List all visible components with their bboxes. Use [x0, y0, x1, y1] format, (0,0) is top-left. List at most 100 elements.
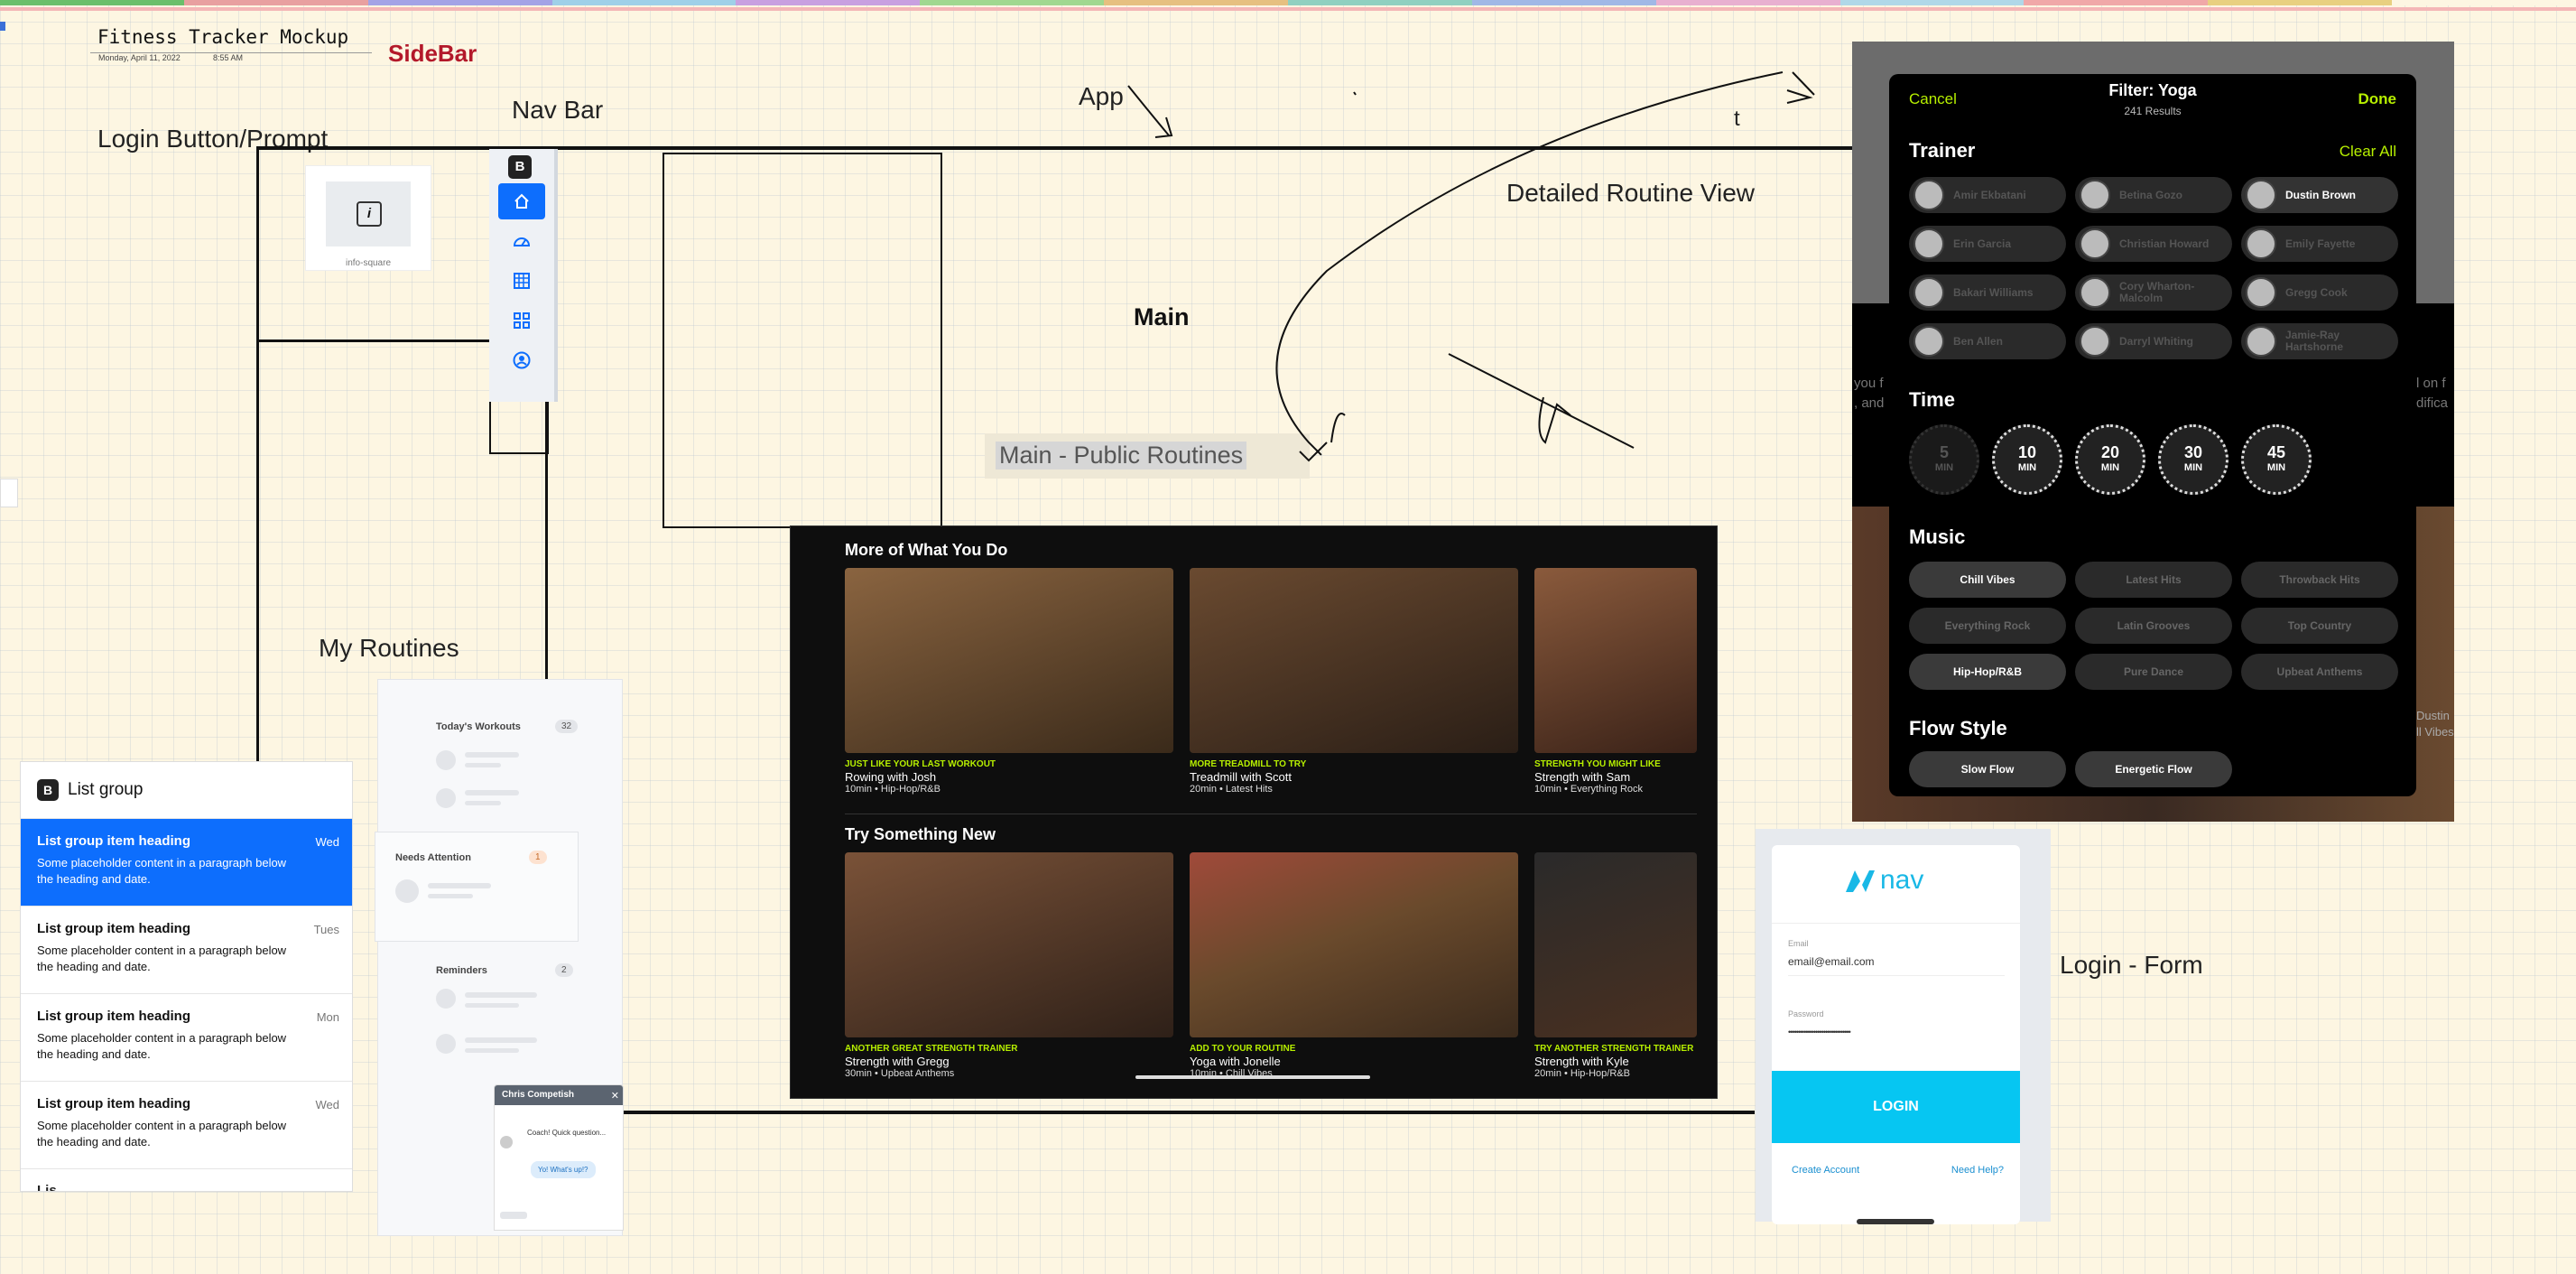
trainer-chip[interactable]: Betina Gozo [2075, 177, 2232, 213]
todays-workouts-heading: Today's Workouts [436, 721, 521, 732]
time-unit: MIN [2266, 462, 2286, 473]
need-help-link[interactable]: Need Help? [1951, 1165, 2004, 1176]
music-chip[interactable]: Upbeat Anthems [2241, 654, 2398, 690]
trainer-name: Dustin Brown [2285, 188, 2356, 201]
pen-doodles [1127, 71, 1815, 462]
trainer-chip[interactable]: Amir Ekbatani [1909, 177, 2066, 213]
workout-tile[interactable] [1190, 852, 1518, 1037]
trainer-chip[interactable]: Gregg Cook [2241, 274, 2398, 311]
trainer-name: Christian Howard [2119, 237, 2210, 250]
sidebar-products[interactable] [498, 302, 545, 339]
tile-tag: STRENGTH YOU MIGHT LIKE [1534, 759, 1661, 769]
board-tab-strip[interactable] [0, 0, 2576, 5]
home-icon [514, 193, 529, 209]
reminders-heading: Reminders [436, 965, 487, 976]
music-chip[interactable]: Chill Vibes [1909, 562, 2066, 598]
bootstrap-logo[interactable]: B [508, 155, 532, 179]
tile-tag: ANOTHER GREAT STRENGTH TRAINER [845, 1044, 1018, 1054]
music-chip[interactable]: Latest Hits [2075, 562, 2232, 598]
login-button[interactable]: LOGIN [1772, 1071, 2020, 1143]
divider [1772, 923, 2020, 924]
list-item[interactable]: List group item heading Some placeholder … [21, 819, 352, 907]
trainer-chip[interactable]: Emily Fayette [2241, 226, 2398, 262]
trainer-chip[interactable]: Dustin Brown [2241, 177, 2398, 213]
trainer-avatar [1913, 180, 1944, 210]
login-info-box[interactable]: i info-square [305, 165, 431, 271]
trainer-name: Erin Garcia [1953, 237, 2012, 250]
flow-chip[interactable]: Slow Flow [1909, 751, 2066, 787]
music-chip[interactable]: Everything Rock [1909, 608, 2066, 644]
trainer-avatar [1913, 228, 1944, 259]
sidebar-dashboard[interactable] [498, 223, 545, 259]
needs-attention-heading: Needs Attention [395, 852, 471, 863]
sidebar-orders[interactable] [498, 263, 545, 299]
list-item-partial: Lis [37, 1183, 57, 1192]
avatar [436, 750, 456, 770]
trainer-chip[interactable]: Cory Wharton-Malcolm [2075, 274, 2232, 311]
trainer-chip[interactable]: Darryl Whiting [2075, 323, 2232, 359]
music-chip[interactable]: Throwback Hits [2241, 562, 2398, 598]
music-chip[interactable]: Latin Grooves [2075, 608, 2232, 644]
tile-title: Yoga with Jonelle [1190, 1055, 1281, 1068]
email-field[interactable] [1788, 953, 2005, 976]
trainer-name: Emily Fayette [2285, 237, 2356, 250]
mockup-title: Fitness Tracker Mockup [97, 26, 349, 48]
time-option[interactable]: 20 MIN [2075, 424, 2145, 495]
speedometer-icon [513, 237, 531, 246]
music-chip[interactable]: Top Country [2241, 608, 2398, 644]
list-item[interactable]: List group item heading Some placeholder … [21, 907, 352, 994]
tile-title: Treadmill with Scott [1190, 770, 1292, 784]
list-item-date: Mon [316, 1010, 339, 1024]
board-top-border [0, 7, 2576, 11]
trainer-heading: Trainer [1909, 139, 1976, 162]
trainer-name: Amir Ekbatani [1953, 188, 2026, 201]
sidebar-profile[interactable] [498, 342, 545, 378]
person-circle-icon [513, 351, 531, 369]
trainer-avatar [1913, 326, 1944, 357]
tile-title: Strength with Gregg [845, 1055, 950, 1068]
workout-tile[interactable] [1534, 568, 1697, 753]
flow-chip[interactable]: Energetic Flow [2075, 751, 2232, 787]
time-option[interactable]: 10 MIN [1992, 424, 2062, 495]
trainer-chip[interactable]: Christian Howard [2075, 226, 2232, 262]
time-option[interactable]: 5 MIN [1909, 424, 1979, 495]
section-title: Try Something New [845, 825, 996, 843]
trainer-chip[interactable]: Bakari Williams [1909, 274, 2066, 311]
music-chip[interactable]: Hip-Hop/R&B [1909, 654, 2066, 690]
bleed-text-left: you f , and [1854, 376, 1885, 411]
close-icon[interactable]: ✕ [611, 1090, 619, 1102]
list-item[interactable]: List group item heading Some placeholder … [21, 994, 352, 1082]
list-item[interactable]: List group item heading Some placeholder … [21, 1082, 352, 1169]
workout-tile[interactable] [845, 568, 1173, 753]
chat-window[interactable]: Chris Competish ✕ Coach! Quick question.… [494, 1084, 624, 1231]
home-indicator [1135, 1075, 1370, 1079]
time-option[interactable]: 45 MIN [2241, 424, 2312, 495]
trainer-avatar [2246, 228, 2276, 259]
trainer-chip[interactable]: Ben Allen [1909, 323, 2066, 359]
sidebar-home[interactable] [498, 183, 545, 219]
time-option[interactable]: 30 MIN [2158, 424, 2229, 495]
left-handle[interactable] [0, 479, 18, 507]
skeleton-line [428, 883, 491, 888]
music-chip[interactable]: Pure Dance [2075, 654, 2232, 690]
list-item-text: Some placeholder content in a paragraph … [37, 1031, 287, 1061]
create-account-link[interactable]: Create Account [1792, 1165, 1859, 1176]
skeleton-line [465, 763, 501, 767]
time-unit: MIN [2017, 462, 2037, 473]
workout-tile[interactable] [1190, 568, 1518, 753]
trainer-chip[interactable]: Jamie-Ray Hartshorne [2241, 323, 2398, 359]
trainer-avatar [2080, 326, 2110, 357]
workout-tile[interactable] [1534, 852, 1697, 1037]
password-field[interactable]: •••••••••••••••••••••••••••••••• [1788, 1028, 1851, 1037]
needs-attention-card[interactable]: Needs Attention 1 [375, 832, 579, 942]
password-label: Password [1788, 1009, 1824, 1018]
filter-title: Filter: Yoga [2108, 81, 2197, 99]
flow-style-heading: Flow Style [1909, 717, 2007, 739]
trainer-chip[interactable]: Erin Garcia [1909, 226, 2066, 262]
tile-tag: TRY ANOTHER STRENGTH TRAINER [1534, 1044, 1694, 1054]
skeleton-line [465, 790, 519, 795]
workout-tile[interactable] [845, 852, 1173, 1037]
list-item-heading: List group item heading [37, 1096, 191, 1111]
done-button[interactable]: Done [2358, 90, 2397, 108]
clear-all-button[interactable]: Clear All [2340, 143, 2396, 161]
